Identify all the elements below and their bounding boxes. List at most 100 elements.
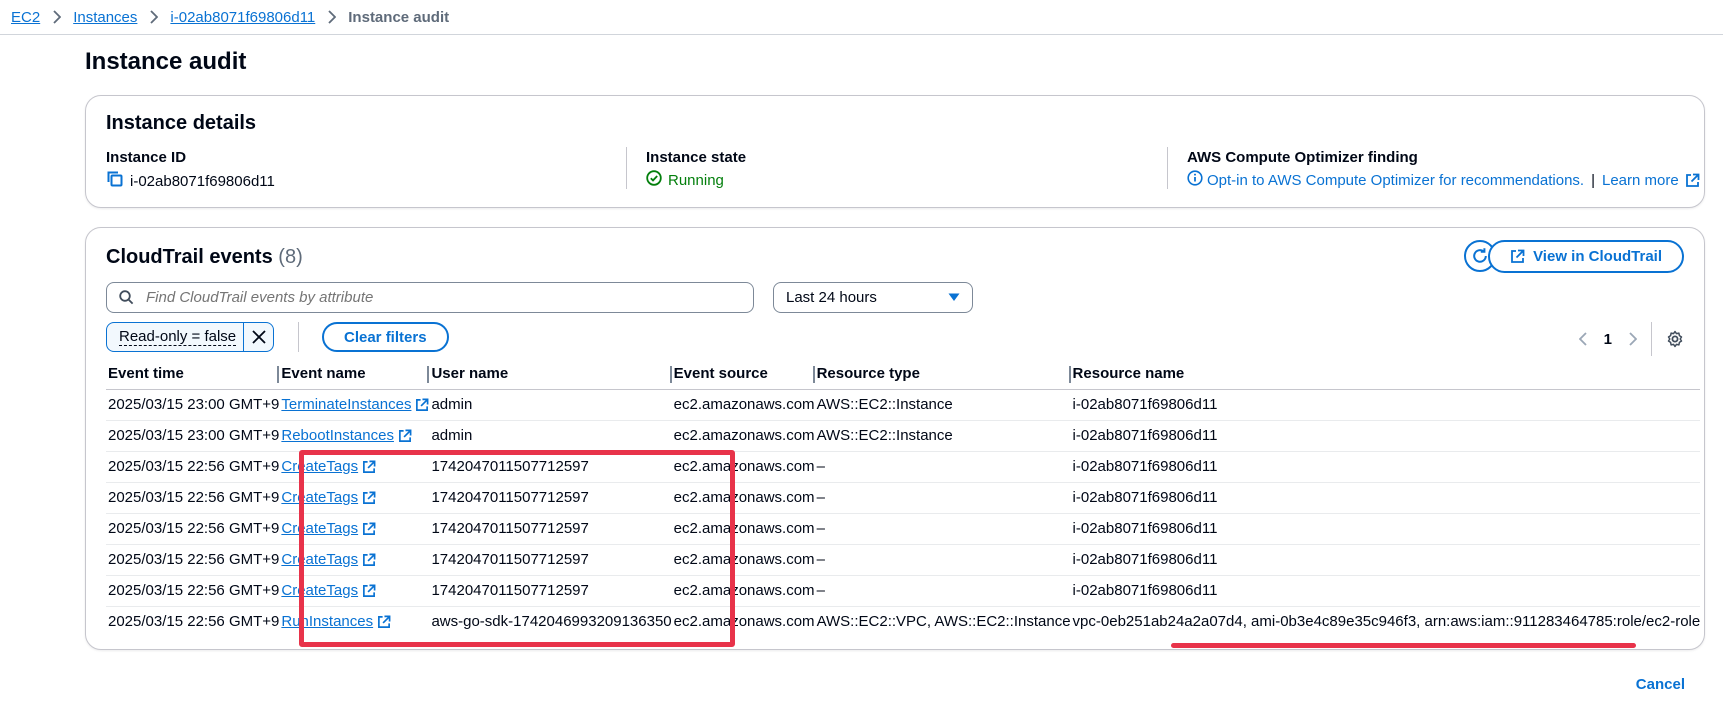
- column-label: Event source: [673, 364, 768, 382]
- pagination-divider: [1651, 322, 1652, 356]
- previous-page-button[interactable]: [1578, 332, 1588, 346]
- cell-resource-name: i-02ab8071f69806d11: [1070, 544, 1701, 576]
- cell-resource-name: vpc-0eb251ab24a2a07d4, ami-0b3e4c89e35c9…: [1072, 613, 1701, 631]
- cloudtrail-events-panel: CloudTrail events (8) View in CloudTrail…: [85, 227, 1705, 650]
- cell-resource-name: i-02ab8071f69806d11: [1070, 420, 1701, 452]
- cell-event-name: CreateTags: [279, 482, 430, 514]
- instance-details-panel: Instance details Instance ID i-02ab8071f…: [85, 95, 1705, 208]
- cell-resource-name: i-02ab8071f69806d11: [1070, 513, 1701, 545]
- optimizer-label: AWS Compute Optimizer finding: [1187, 149, 1418, 166]
- table-row: 2025/03/15 23:00 GMT+9 TerminateInstances…: [106, 389, 1701, 421]
- column-header-event-source[interactable]: Event source: [671, 358, 815, 390]
- view-in-cloudtrail-button[interactable]: View in CloudTrail: [1488, 240, 1684, 273]
- table-row: 2025/03/15 22:56 GMT+9 CreateTags 17420470…: [106, 451, 1701, 483]
- cell-event-time: 2025/03/15 22:56 GMT+9: [106, 513, 280, 545]
- cell-resource-type: –: [814, 451, 1071, 483]
- info-icon: [1187, 170, 1203, 190]
- cell-user-name: 1742047011507712597: [429, 544, 672, 576]
- table-row: 2025/03/15 23:00 GMT+9 RebootInstances adm…: [106, 420, 1701, 452]
- cell-event-time: 2025/03/15 22:56 GMT+9: [106, 575, 280, 607]
- search-input[interactable]: [144, 288, 724, 307]
- instance-id-field: Instance ID i-02ab8071f69806d11: [106, 149, 275, 192]
- external-link-icon: [363, 553, 376, 566]
- external-link-icon: [363, 460, 376, 473]
- cell-user-name: admin: [429, 389, 672, 421]
- event-name-link[interactable]: CreateTags: [281, 458, 358, 475]
- gear-icon: [1667, 330, 1683, 348]
- breadcrumb-instances[interactable]: Instances: [73, 9, 137, 26]
- cell-resource-name: i-02ab8071f69806d11: [1070, 389, 1701, 421]
- cell-event-source: ec2.amazonaws.com: [671, 420, 815, 452]
- cell-event-name: CreateTags: [279, 513, 430, 545]
- cell-event-name: CreateTags: [279, 575, 430, 607]
- instance-id-label: Instance ID: [106, 149, 187, 166]
- event-name-link[interactable]: CreateTags: [281, 582, 358, 599]
- cancel-link[interactable]: Cancel: [1636, 676, 1685, 693]
- event-name-link[interactable]: CreateTags: [281, 551, 358, 568]
- column-header-event-name[interactable]: Event name: [279, 358, 430, 390]
- optimizer-opt-in-link[interactable]: Opt-in to AWS Compute Optimizer for reco…: [1207, 172, 1584, 189]
- external-link-icon: [1511, 249, 1525, 263]
- table-row: 2025/03/15 22:56 GMT+9 CreateTags 17420470…: [106, 575, 1701, 607]
- cell-event-time: 2025/03/15 22:56 GMT+9: [106, 451, 280, 483]
- time-range-value: Last 24 hours: [786, 289, 877, 306]
- external-link-icon: [363, 522, 376, 535]
- clear-filters-button[interactable]: Clear filters: [322, 322, 449, 352]
- event-name-link[interactable]: CreateTags: [281, 520, 358, 537]
- filter-token[interactable]: Read-only = false: [106, 322, 274, 352]
- instance-id-value: i-02ab8071f69806d11: [130, 172, 275, 190]
- chevron-right-icon: [149, 10, 159, 24]
- copy-icon[interactable]: [106, 170, 124, 192]
- event-name-link[interactable]: RunInstances: [281, 613, 373, 630]
- external-link-icon: [398, 429, 412, 442]
- cloudtrail-events-title: CloudTrail events (8): [106, 246, 303, 269]
- filter-divider: [298, 322, 299, 352]
- next-page-button[interactable]: [1628, 332, 1637, 346]
- column-header-resource-name[interactable]: Resource name: [1070, 358, 1701, 390]
- column-label: User name: [431, 364, 509, 382]
- close-icon: [251, 330, 266, 344]
- events-table: Event time Event name User name Event so…: [106, 358, 1701, 637]
- table-settings-button[interactable]: [1666, 330, 1684, 348]
- cell-event-source: ec2.amazonaws.com: [671, 482, 815, 514]
- cell-resource-type: AWS::EC2::Instance: [814, 420, 1071, 452]
- column-header-resource-type[interactable]: Resource type: [814, 358, 1071, 390]
- column-divider: [1167, 147, 1168, 189]
- column-label: Event name: [281, 364, 366, 382]
- column-header-event-time[interactable]: Event time: [106, 358, 280, 390]
- cell-event-time: 2025/03/15 22:56 GMT+9: [108, 613, 280, 631]
- cell-resource-type: AWS::EC2::VPC, AWS::EC2::Instance: [816, 613, 1071, 631]
- cell-resource-type: –: [814, 575, 1071, 607]
- search-icon: [119, 290, 134, 305]
- learn-more-link[interactable]: Learn more: [1602, 172, 1700, 189]
- instance-state-value: Running: [668, 171, 724, 189]
- cell-event-source: ec2.amazonaws.com: [671, 451, 815, 483]
- cell-event-name: RunInstances: [279, 606, 429, 637]
- table-row: 2025/03/15 22:56 GMT+9 CreateTags 17420470…: [106, 544, 1701, 576]
- time-range-select[interactable]: Last 24 hours: [773, 282, 973, 313]
- event-count: (8): [278, 246, 303, 268]
- header-divider: [0, 34, 1723, 35]
- column-header-user-name[interactable]: User name: [429, 358, 672, 390]
- view-in-cloudtrail-label: View in CloudTrail: [1533, 248, 1662, 265]
- optimizer-field: AWS Compute Optimizer finding Opt-in to …: [1187, 149, 1700, 190]
- cell-user-name: admin: [429, 420, 672, 452]
- cell-resource-name: i-02ab8071f69806d11: [1070, 575, 1701, 607]
- breadcrumb-ec2[interactable]: EC2: [11, 9, 40, 26]
- event-name-link[interactable]: CreateTags: [281, 489, 358, 506]
- remove-filter-button[interactable]: [243, 323, 273, 351]
- event-name-link[interactable]: RebootInstances: [281, 427, 394, 444]
- cell-event-time: 2025/03/15 22:56 GMT+9: [106, 544, 280, 576]
- cell-resource-name: i-02ab8071f69806d11: [1070, 482, 1701, 514]
- current-page[interactable]: 1: [1602, 331, 1614, 348]
- chevron-right-icon: [52, 10, 62, 24]
- cell-event-time: 2025/03/15 22:56 GMT+9: [106, 482, 280, 514]
- pagination: 1: [1578, 322, 1684, 356]
- event-name-link[interactable]: TerminateInstances: [281, 396, 411, 413]
- cell-event-source: ec2.amazonaws.com: [673, 613, 815, 631]
- breadcrumb-instance-id[interactable]: i-02ab8071f69806d11: [170, 9, 315, 26]
- cell-event-source: ec2.amazonaws.com: [671, 389, 815, 421]
- search-field[interactable]: [106, 282, 754, 313]
- instance-state-label: Instance state: [646, 149, 747, 166]
- filter-token-label: Read-only = false: [119, 327, 237, 346]
